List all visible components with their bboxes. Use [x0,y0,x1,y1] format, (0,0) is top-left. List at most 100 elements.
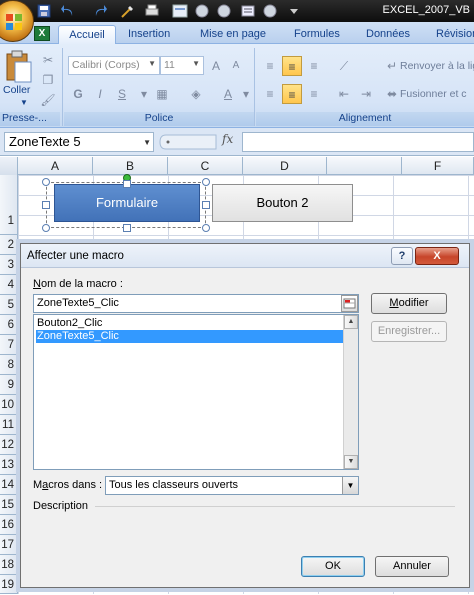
row-header-19[interactable]: 19 [0,575,18,594]
row-header-16[interactable]: 16 [0,515,18,535]
formula-bar-splitter-icon[interactable] [158,134,218,150]
resize-handle-s[interactable] [123,224,131,232]
align-top-icon[interactable]: ≡ [260,56,280,76]
row-header-3[interactable]: 3 [0,255,18,275]
tab-donnees[interactable]: Données [366,25,410,44]
fill-color-icon[interactable]: ◈ [186,84,206,104]
circle-control-icon-2[interactable] [216,3,232,19]
column-header-f[interactable]: F [402,157,474,175]
tab-insertion[interactable]: Insertion [128,25,170,44]
font-name-combo[interactable]: Calibri (Corps) ▼ [68,56,160,75]
paste-button[interactable]: Coller [3,84,30,96]
cut-icon[interactable]: ✂ [38,50,58,70]
tab-mise-en-page[interactable]: Mise en page [200,25,266,44]
row-header-9[interactable]: 9 [0,375,18,395]
row-header-14[interactable]: 14 [0,475,18,495]
column-header-c[interactable]: C [168,157,243,175]
circle-control-icon[interactable] [194,3,210,19]
row-header-12[interactable]: 12 [0,435,18,455]
resize-handle-w[interactable] [42,201,50,209]
align-bottom-icon[interactable]: ≡ [304,56,324,76]
tab-revision[interactable]: Révision [436,25,474,44]
design-mode-icon[interactable] [120,3,136,19]
record-button[interactable]: Enregistrer... [371,321,447,342]
align-right-icon[interactable]: ≡ [304,84,324,104]
row-header-4[interactable]: 4 [0,275,18,295]
merge-center-button[interactable]: Fusionner et c [400,88,467,100]
row-header-13[interactable]: 13 [0,455,18,475]
row-header-5[interactable]: 5 [0,295,18,315]
column-header-d[interactable]: D [243,157,327,175]
bouton2-button[interactable]: Bouton 2 [212,184,353,222]
borders-icon[interactable]: ▦ [152,84,172,104]
ok-button[interactable]: OK [301,556,365,577]
row-header-8[interactable]: 8 [0,355,18,375]
underline-button[interactable]: S [112,84,132,104]
orientation-icon[interactable]: ⟋ [334,56,354,76]
format-painter-icon[interactable]: 🖌 [38,90,58,110]
row-header-1[interactable]: 1 [0,175,18,235]
tab-formules[interactable]: Formules [294,25,340,44]
circle-control-icon-3[interactable] [262,3,278,19]
list-item-selected[interactable]: ZoneTexte5_Clic [36,330,344,343]
row-header-6[interactable]: 6 [0,315,18,335]
macro-list-scrollbar[interactable]: ▲ ▼ [343,315,358,469]
formulaire-shape[interactable]: Formulaire [54,184,200,222]
form-icon[interactable] [172,3,188,19]
underline-dropdown-icon[interactable]: ▾ [134,84,154,104]
resize-handle-e[interactable] [202,201,210,209]
chevron-down-icon[interactable]: ▼ [342,477,358,494]
close-button[interactable]: X [415,247,459,265]
italic-button[interactable]: I [90,84,110,104]
resize-handle-se[interactable] [202,224,210,232]
grow-font-icon[interactable]: A [206,56,226,76]
font-color-button[interactable]: A [218,84,238,104]
select-all-corner[interactable] [0,157,18,175]
cancel-button[interactable]: Annuler [375,556,449,577]
bold-button[interactable]: G [68,84,88,104]
row-header-7[interactable]: 7 [0,335,18,355]
print-icon[interactable] [144,3,160,19]
help-button[interactable]: ? [391,247,413,265]
paste-dropdown-icon[interactable]: ▼ [20,98,28,107]
wrap-text-icon[interactable]: ↵ [382,56,402,76]
list-item[interactable]: Bouton2_Clic [36,317,344,330]
resize-handle-sw[interactable] [42,224,50,232]
column-header-a[interactable]: A [18,157,93,175]
paste-icon[interactable] [4,50,34,84]
merge-center-icon[interactable]: ⬌ [382,84,402,104]
align-middle-icon[interactable]: ≡ [282,56,302,76]
collapse-dialog-button[interactable] [341,295,358,312]
font-size-combo[interactable]: 11 ▼ [160,56,204,75]
row-header-2[interactable]: 2 [0,235,18,255]
name-box[interactable]: ZoneTexte 5 ▼ [4,132,154,152]
scroll-up-icon[interactable]: ▲ [344,315,358,329]
copy-icon[interactable]: ❐ [38,70,58,90]
column-header-e[interactable] [327,157,402,175]
resize-handle-ne[interactable] [202,178,210,186]
column-header-b[interactable]: B [93,157,168,175]
row-header-15[interactable]: 15 [0,495,18,515]
macro-list[interactable]: Bouton2_Clic ZoneTexte5_Clic ▲ ▼ [33,314,359,470]
wrap-text-button[interactable]: Renvoyer à la lig [400,60,474,72]
dialog-title-bar[interactable]: Affecter une macro ? X [21,244,469,268]
undo-icon[interactable] [60,3,76,19]
customize-toolbar-icon[interactable] [286,3,302,19]
macro-name-input[interactable]: ZoneTexte5_Clic [33,294,359,313]
modify-button[interactable]: Modifier [371,293,447,314]
row-header-17[interactable]: 17 [0,535,18,555]
resize-handle-n[interactable] [123,180,131,188]
font-color-dropdown-icon[interactable]: ▾ [236,84,256,104]
resize-handle-nw[interactable] [42,178,50,186]
align-center-icon[interactable]: ≡ [282,84,302,104]
row-header-10[interactable]: 10 [0,395,18,415]
shrink-font-icon[interactable]: A [226,56,246,76]
row-header-11[interactable]: 11 [0,415,18,435]
insert-function-icon[interactable]: fx [222,132,233,146]
decrease-indent-icon[interactable]: ⇤ [334,84,354,104]
macros-in-select[interactable]: Tous les classeurs ouverts ▼ [105,476,359,495]
save-icon[interactable] [36,3,52,19]
align-left-icon[interactable]: ≡ [260,84,280,104]
formula-input[interactable] [242,132,474,152]
tab-accueil[interactable]: Accueil [58,25,116,44]
